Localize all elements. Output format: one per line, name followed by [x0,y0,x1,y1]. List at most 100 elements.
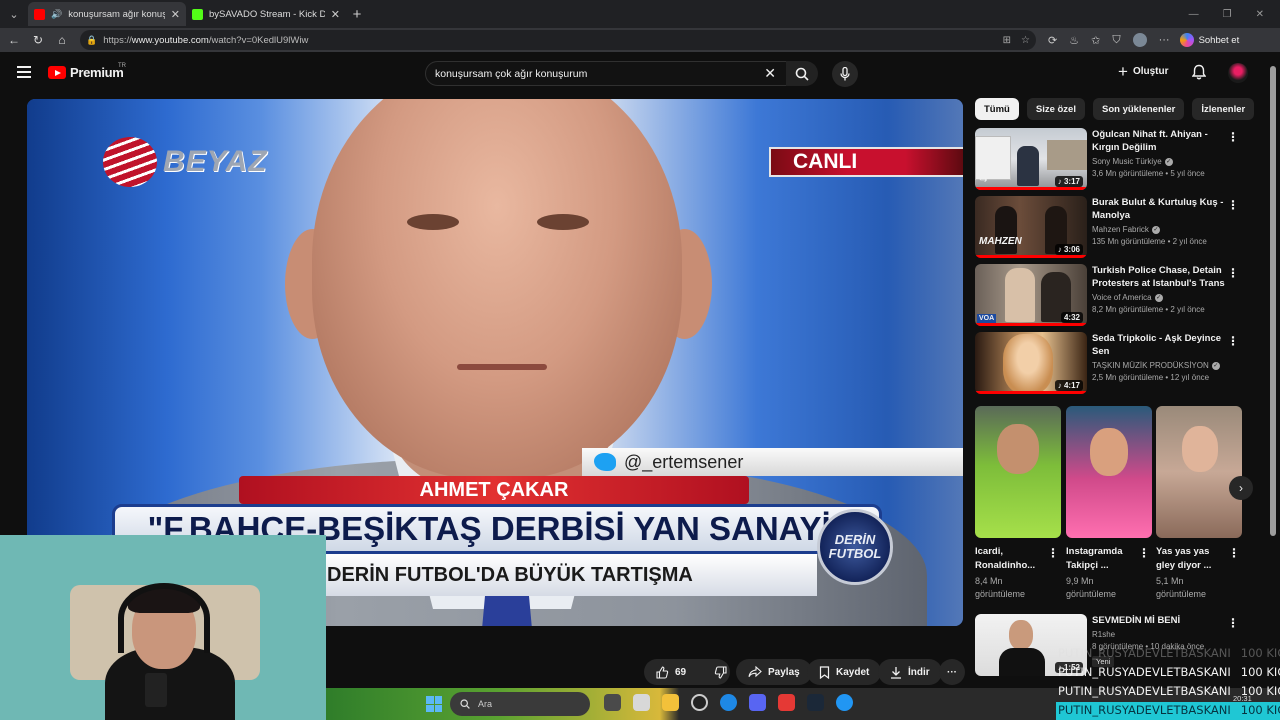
video-title[interactable]: Burak Bulut & Kurtuluş Kuş - Manolya [1092,196,1230,222]
chevron-right-icon[interactable]: › [1229,476,1253,500]
restore-icon[interactable]: ❐ [1223,9,1232,20]
video-title[interactable]: Seda Tripkolic - Aşk Deyince Sen [1092,332,1230,358]
search-input[interactable]: konuşursam çok ağır konuşurum ✕ [425,61,787,86]
chrome-icon[interactable] [836,694,853,711]
notifications-bell-icon[interactable] [1191,64,1207,85]
obs-icon[interactable] [691,694,708,711]
browser-tab-bar: ⌄ 🔊 konuşursam ağır konuşurum ✕ bySAVADO… [0,0,1280,28]
more-vertical-icon[interactable]: ⋮ [1227,198,1239,212]
reload-icon[interactable]: ↻ [26,33,50,47]
lock-icon[interactable]: 🔒 [86,35,97,46]
windows-start-icon[interactable] [426,696,442,712]
short-item[interactable]: Yas yas yas gley diyor ... 5,1 Mn görüntü… [1156,406,1242,601]
chip-for-you[interactable]: Size özel [1026,98,1085,120]
download-button[interactable]: İndir [878,659,942,685]
video-thumbnail[interactable]: VOA 4:32 [975,264,1087,326]
minimize-icon[interactable]: — [1189,9,1199,20]
more-vertical-icon[interactable]: ⋮ [1138,546,1150,560]
close-window-icon[interactable]: ✕ [1256,9,1264,20]
kick-alert-highlighted: PUTIN_RUSYADEVLETBASKANI100 KICKS [1056,702,1280,720]
extensions-icon[interactable]: ⟳ [1048,34,1057,47]
channel-line[interactable]: TAŞKIN MÜZİK PRODÜKSİYON ✓ [1092,361,1230,370]
presenter-eye [537,214,589,230]
tab-list-chevron-icon[interactable]: ⌄ [0,0,28,28]
video-thumbnail[interactable]: MAHZEN ♪ 3:06 [975,196,1087,258]
recommendation-item[interactable]: ↪ ♪ 3:17 Oğulcan Nihat ft. Ahiyan - Kırg… [975,128,1247,190]
more-vertical-icon[interactable]: ⋮ [1227,616,1239,630]
profile-icon[interactable] [1132,33,1147,47]
channel-line[interactable]: Sony Music Türkiye ✓ [1092,157,1230,166]
address-bar[interactable]: 🔒 https://www.youtube.com/watch?v=0KedlU… [80,30,1036,50]
steam-icon[interactable] [807,694,824,711]
browser-essentials-icon[interactable]: ♨ [1069,34,1079,47]
favorites-icon[interactable]: ✩ [1091,34,1100,47]
voice-search-button[interactable] [832,61,858,87]
more-actions-button[interactable]: ··· [939,659,965,685]
video-thumbnail[interactable]: ↪ ♪ 3:17 [975,128,1087,190]
youtube-premium-logo[interactable]: Premium TR [48,63,126,80]
video-thumbnail[interactable]: ♪ 4:17 [975,332,1087,394]
more-vertical-icon[interactable]: ⋮ [1227,130,1239,144]
short-title[interactable]: Icardi, Ronaldinho... [975,545,1047,573]
dislike-thumb-icon[interactable] [714,665,727,679]
video-title[interactable]: Oğulcan Nihat ft. Ahiyan - Kırgın Değili… [1092,128,1230,154]
taskbar-search-input[interactable]: Ara [450,692,590,716]
taskbar-apps [604,694,853,711]
shield-icon[interactable]: ⛉ [1112,34,1120,47]
close-tab-icon[interactable]: ✕ [331,8,340,21]
short-item[interactable]: Icardi, Ronaldinho... 8,4 Mn görüntüleme … [975,406,1061,601]
page-scrollbar[interactable] [1270,58,1276,678]
short-thumbnail[interactable] [1066,406,1152,538]
account-avatar[interactable] [1228,63,1248,83]
app-icon[interactable] [778,694,795,711]
channel-name[interactable]: R1she [1092,630,1230,639]
more-menu-icon[interactable]: ··· [1159,34,1170,46]
clear-search-icon[interactable]: ✕ [764,65,776,82]
tab-kick-dashboard[interactable]: bySAVADO Stream - Kick Dashboard ✕ [186,2,346,26]
watched-progress-bar [975,187,1087,190]
favorite-star-icon[interactable]: ☆ [1021,35,1030,46]
chip-watched[interactable]: İzlenenler [1192,98,1255,120]
like-thumb-icon[interactable] [656,665,669,679]
recommendation-item[interactable]: MAHZEN ♪ 3:06 Burak Bulut & Kurtuluş Kuş… [975,196,1247,258]
save-button[interactable]: Kaydet [807,659,882,685]
channel-line[interactable]: Mahzen Fabrick ✓ [1092,225,1230,234]
new-tab-button[interactable]: + [346,6,368,23]
more-vertical-icon[interactable]: ⋮ [1227,266,1239,280]
chip-recently-uploaded[interactable]: Son yüklenenler [1092,98,1185,120]
more-vertical-icon[interactable]: ⋮ [1047,546,1059,560]
back-arrow-icon[interactable]: ← [2,33,26,47]
app-install-icon[interactable]: ⊞ [1003,35,1011,46]
more-vertical-icon[interactable]: ⋮ [1228,546,1240,560]
discord-icon[interactable] [749,694,766,711]
like-count[interactable]: 69 [675,667,686,678]
speaker-icon[interactable]: 🔊 [51,9,62,20]
more-vertical-icon[interactable]: ⋮ [1227,334,1239,348]
short-title[interactable]: Yas yas yas gley diyor ... [1156,545,1228,573]
chip-all[interactable]: Tümü [975,98,1019,120]
file-explorer-icon[interactable] [662,694,679,711]
video-title[interactable]: Turkish Police Chase, Detain Protesters … [1092,264,1230,290]
short-thumbnail[interactable] [1156,406,1242,538]
copilot-button[interactable]: Sohbet et [1179,33,1239,47]
download-label: İndir [908,666,930,678]
task-view-icon[interactable] [604,694,621,711]
close-tab-icon[interactable]: ✕ [171,8,180,21]
short-thumbnail[interactable] [975,406,1061,538]
store-icon[interactable] [633,694,650,711]
recommendation-item[interactable]: ♪ 4:17 Seda Tripkolic - Aşk Deyince Sen … [975,332,1247,394]
channel-name: TAŞKIN MÜZİK PRODÜKSİYON [1092,361,1209,370]
search-button[interactable] [786,61,818,86]
video-title[interactable]: SEVMEDİN Mİ BENİ [1092,614,1230,627]
home-icon[interactable]: ⌂ [50,33,74,47]
menu-hamburger-icon[interactable] [17,66,31,78]
short-item[interactable]: Instagramda Takipçi ... 9,9 Mn görüntülem… [1066,406,1152,601]
edge-icon[interactable] [720,694,737,711]
share-button[interactable]: Paylaş [736,659,812,685]
scrollbar-thumb[interactable] [1270,66,1276,536]
create-button[interactable]: + Oluştur [1118,63,1169,80]
recommendation-item[interactable]: VOA 4:32 Turkish Police Chase, Detain Pr… [975,264,1247,326]
channel-line[interactable]: Voice of America ✓ [1092,293,1230,302]
short-title[interactable]: Instagramda Takipçi ... [1066,545,1138,573]
tab-youtube[interactable]: 🔊 konuşursam ağır konuşurum ✕ [28,2,186,26]
